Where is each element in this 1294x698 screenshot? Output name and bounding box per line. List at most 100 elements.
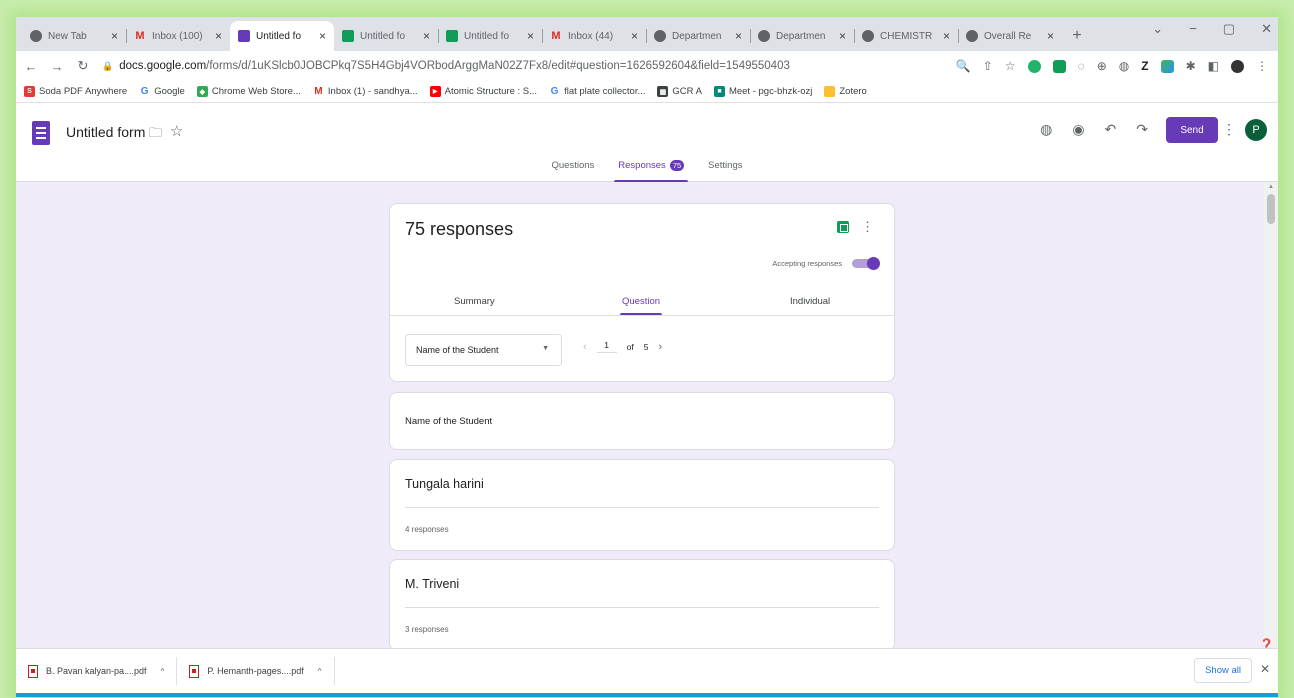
close-tab-icon[interactable]: × [1047, 29, 1054, 43]
responses-count-badge: 75 [669, 160, 685, 171]
zoom-icon[interactable]: 🔍 [956, 59, 971, 73]
browser-tab[interactable]: Departmen × [750, 21, 854, 51]
tab-summary[interactable]: Summary [454, 296, 495, 307]
bookmark[interactable]: M Inbox (1) - sandhya... [312, 86, 418, 97]
palette-icon[interactable]: ◍ [1040, 121, 1052, 138]
share-icon[interactable]: ⇧ [983, 59, 993, 73]
close-tab-icon[interactable]: × [735, 29, 742, 43]
tab-responses[interactable]: Responses 75 [614, 160, 689, 182]
tab-label: Settings [708, 160, 743, 171]
globe-icon [654, 30, 666, 42]
extensions-area: 🔍 ⇧ ☆ ◌ ⊕ ◍ Z ✱ ◧ ⋮ [956, 59, 1278, 73]
bookmark[interactable]: Gflat plate collector... [549, 86, 645, 97]
previous-question-icon[interactable]: ‹ [583, 341, 587, 353]
youtube-icon: ▶ [429, 86, 441, 97]
responses-more-icon[interactable]: ⋮ [861, 219, 874, 235]
more-options-icon[interactable]: ⋮ [1222, 121, 1236, 138]
bookmark-label: Google [154, 86, 185, 97]
url-input[interactable]: 🔒 docs.google.com/forms/d/1uKSlcb0JOBCPk… [102, 60, 944, 72]
tab-questions[interactable]: Questions [548, 160, 599, 182]
profile-icon[interactable] [1231, 59, 1244, 73]
forms-icon [238, 30, 250, 42]
browser-tab[interactable]: Untitled fo × [438, 21, 542, 51]
bookmark-star-icon[interactable]: ☆ [1005, 59, 1016, 73]
answer-divider [405, 507, 879, 508]
browser-tab[interactable]: M Inbox (100) × [126, 21, 230, 51]
browser-tab[interactable]: M Inbox (44) × [542, 21, 646, 51]
extension-icon[interactable] [1160, 59, 1174, 73]
close-tab-icon[interactable]: × [319, 29, 326, 43]
browser-tab[interactable]: CHEMISTR × [854, 21, 958, 51]
close-tab-icon[interactable]: × [215, 29, 222, 43]
show-all-button[interactable]: Show all [1194, 658, 1252, 683]
link-to-sheets-icon[interactable] [837, 221, 849, 233]
extension-icon[interactable]: ◌ [1078, 59, 1085, 73]
bookmark-label: Chrome Web Store... [211, 86, 301, 97]
browser-tab[interactable]: Untitled fo × [334, 21, 438, 51]
chevron-up-icon[interactable]: ^ [318, 667, 322, 676]
undo-icon[interactable]: ↶ [1105, 121, 1117, 138]
preview-eye-icon[interactable]: ◉ [1072, 121, 1084, 138]
bookmark[interactable]: S Soda PDF Anywhere [24, 86, 127, 97]
tab-settings[interactable]: Settings [704, 160, 746, 182]
browser-tab-active[interactable]: Untitled fo × [230, 21, 334, 51]
close-icon[interactable]: ✕ [1260, 662, 1270, 676]
extension-zotero-icon[interactable]: Z [1141, 59, 1148, 73]
browser-tab[interactable]: Overall Re × [958, 21, 1062, 51]
close-tab-icon[interactable]: × [839, 29, 846, 43]
chevron-up-icon[interactable]: ^ [161, 667, 165, 676]
forward-icon[interactable]: → [50, 59, 64, 74]
tab-search-icon[interactable]: ⌄ [1152, 21, 1163, 37]
browser-tab[interactable]: Departmen × [646, 21, 750, 51]
question-select[interactable]: Name of the Student ▼ [405, 334, 562, 366]
extension-icon[interactable]: ⊕ [1097, 59, 1107, 73]
move-to-folder-icon[interactable]: 🗀 [149, 124, 162, 146]
close-tab-icon[interactable]: × [527, 29, 534, 43]
next-question-icon[interactable]: › [659, 341, 663, 353]
help-icon[interactable]: ❓ [1259, 638, 1274, 648]
side-panel-icon[interactable]: ◧ [1208, 59, 1219, 73]
pager-total: 5 [643, 341, 649, 352]
extension-icon[interactable]: ◍ [1119, 59, 1129, 73]
bookmark[interactable]: ■ Meet - pgc-bhzk-ozj [713, 86, 812, 97]
scrollbar-thumb[interactable] [1267, 194, 1275, 224]
extension-check-icon[interactable] [1052, 59, 1066, 73]
browser-tab[interactable]: New Tab × [22, 21, 126, 51]
star-icon[interactable]: ☆ [170, 122, 183, 140]
tab-question[interactable]: Question [619, 296, 663, 315]
new-tab-icon[interactable]: + [1062, 21, 1092, 51]
back-icon[interactable]: ← [24, 59, 38, 74]
avatar[interactable]: P [1245, 119, 1267, 141]
close-tab-icon[interactable]: × [631, 29, 638, 43]
tab-individual[interactable]: Individual [790, 296, 830, 307]
bookmark-label: Zotero [839, 86, 867, 97]
bookmark[interactable]: ▶ Atomic Structure : S... [429, 86, 537, 97]
close-window-icon[interactable]: ✕ [1261, 21, 1272, 37]
tab-label: Departmen [672, 30, 722, 42]
forms-logo-icon[interactable] [32, 121, 50, 145]
bookmark[interactable]: Zotero [824, 86, 867, 97]
restore-icon[interactable]: ▢ [1223, 21, 1235, 37]
chrome-menu-icon[interactable]: ⋮ [1256, 59, 1268, 73]
scrollbar[interactable]: ▲ [1264, 182, 1278, 648]
accepting-responses-toggle[interactable] [852, 257, 880, 270]
close-tab-icon[interactable]: × [943, 29, 950, 43]
extension-grammarly-icon[interactable] [1027, 59, 1041, 73]
scroll-up-icon[interactable]: ▲ [1268, 184, 1274, 190]
reload-icon[interactable]: ↻ [76, 58, 90, 74]
minimize-icon[interactable]: − [1189, 21, 1197, 37]
send-button[interactable]: Send [1166, 117, 1218, 143]
download-item[interactable]: P. Hemanth-pages....pdf ^ [177, 657, 335, 685]
lock-icon: 🔒 [102, 60, 114, 71]
extensions-puzzle-icon[interactable]: ✱ [1186, 59, 1196, 73]
form-title[interactable]: Untitled form [66, 124, 145, 140]
page-number-input[interactable]: 1 [596, 340, 617, 353]
download-item[interactable]: B. Pavan kalyan-pa....pdf ^ [16, 657, 178, 685]
bookmark[interactable]: G Google [139, 86, 185, 97]
close-tab-icon[interactable]: × [111, 29, 118, 43]
redo-icon[interactable]: ↷ [1136, 121, 1148, 138]
bookmark[interactable]: ◆ Chrome Web Store... [196, 86, 301, 97]
bookmark[interactable]: ▦ GCR A [657, 86, 702, 97]
close-tab-icon[interactable]: × [423, 29, 430, 43]
responses-summary-card: 75 responses ⋮ Accepting responses Summa… [389, 203, 895, 382]
